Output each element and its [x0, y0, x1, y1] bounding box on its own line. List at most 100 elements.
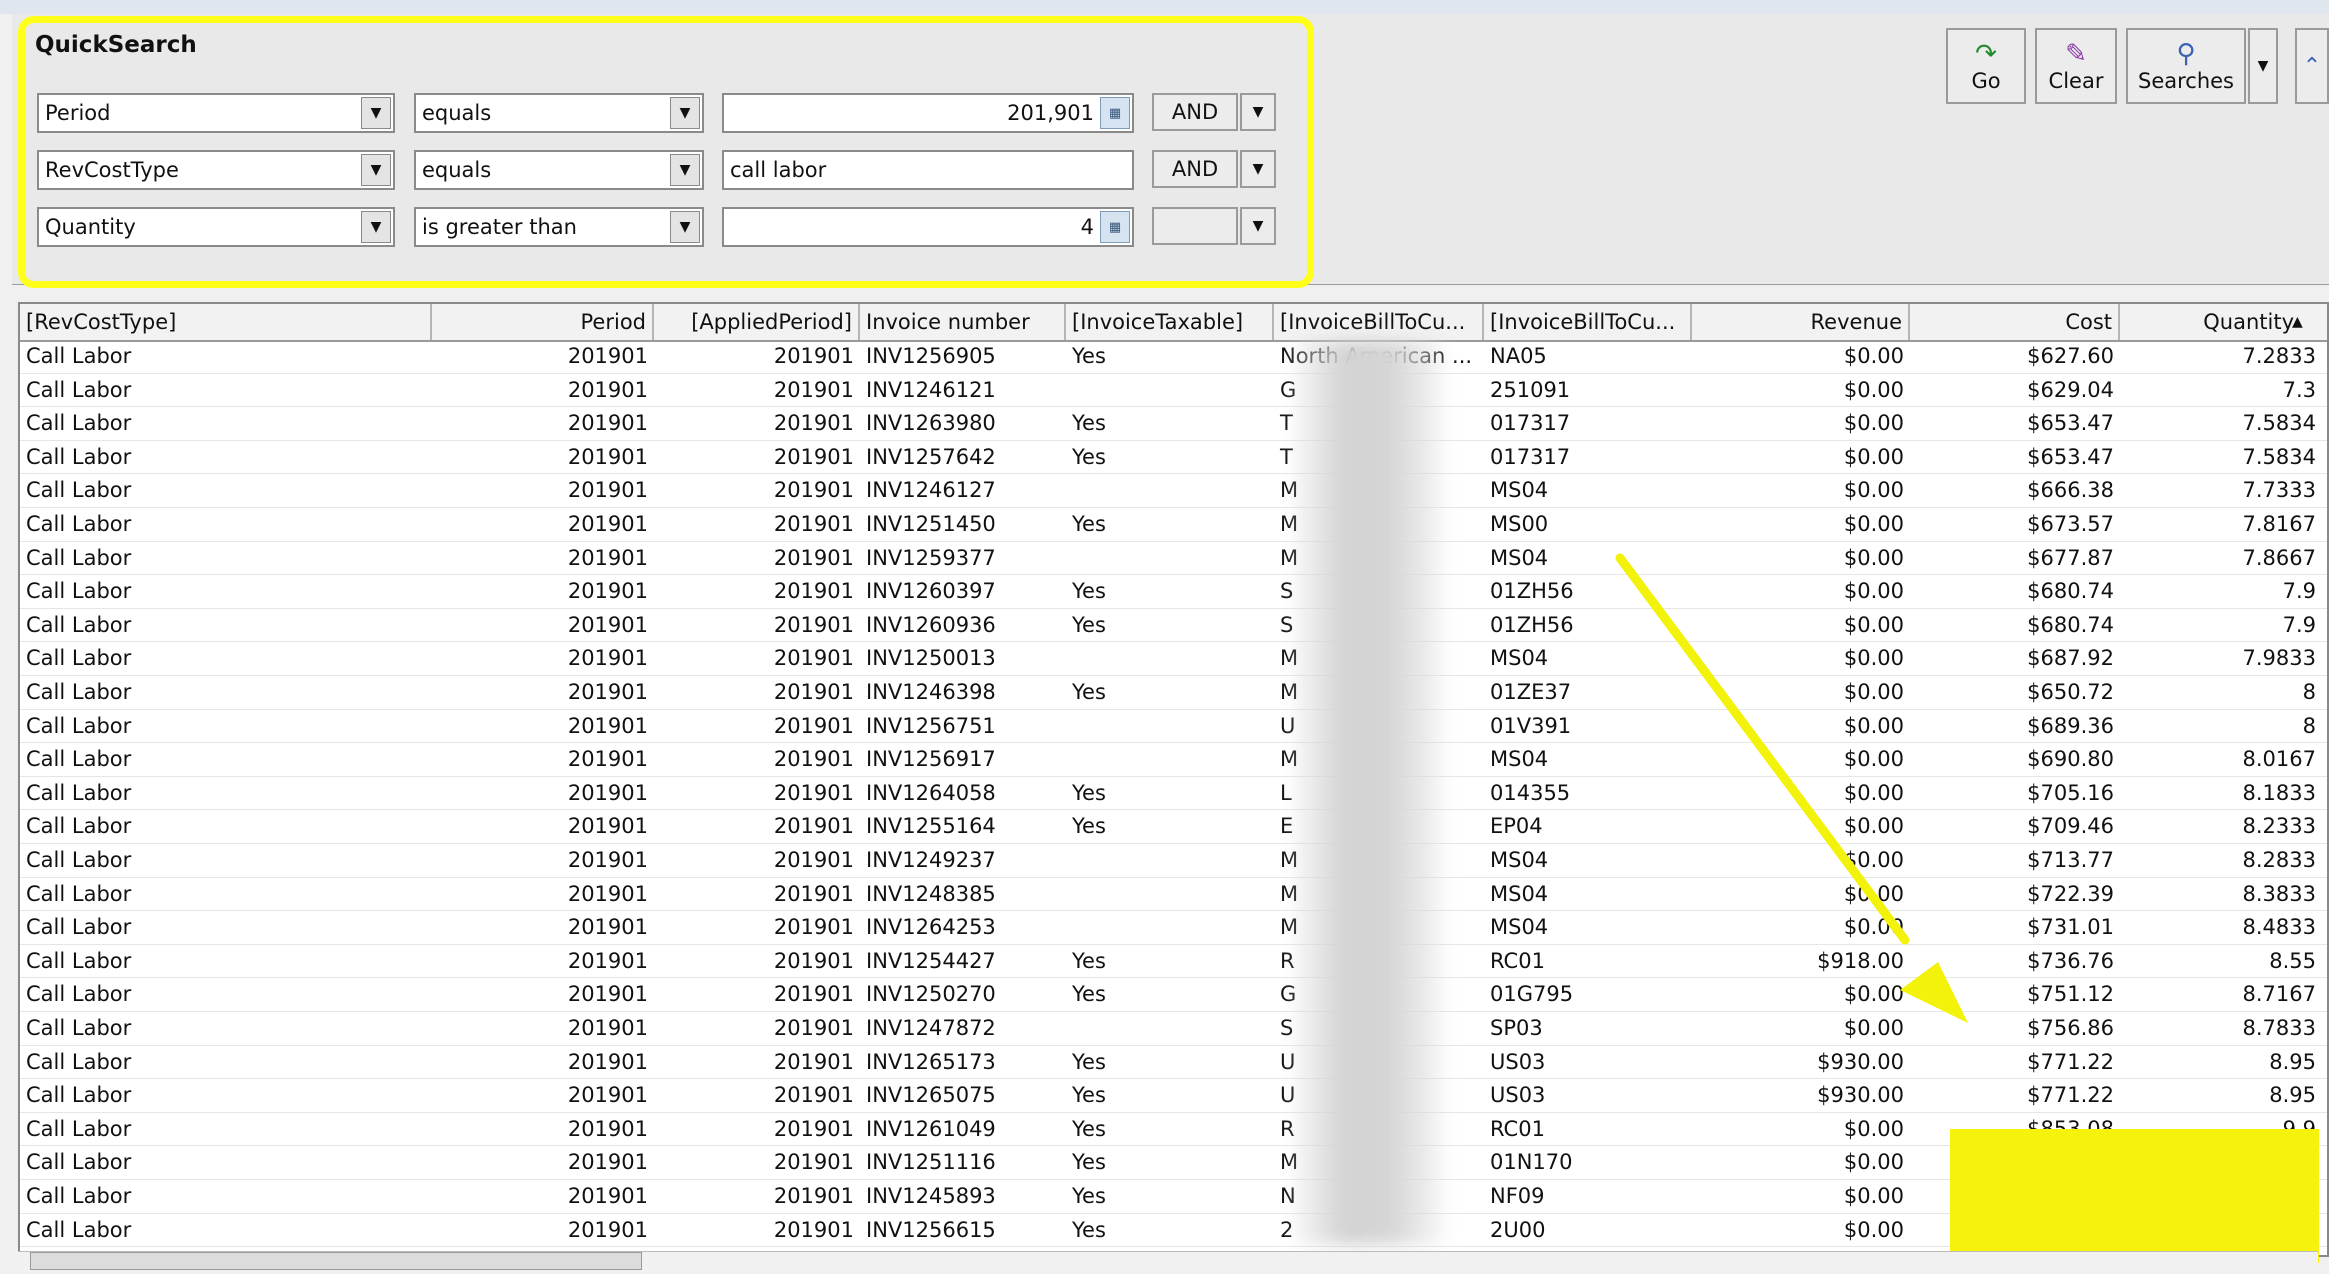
cell-invoice: INV1254427 — [866, 948, 996, 973]
cell-cust-id: 01ZH56 — [1490, 612, 1574, 637]
cell-taxable — [1066, 844, 1274, 878]
cell-type: Call Labor — [26, 411, 132, 436]
cell-revenue: $0.00 — [1843, 747, 1904, 772]
cell-applied: 201901 — [773, 1049, 854, 1074]
cell-taxable — [1066, 374, 1274, 408]
quicksearch-highlight-frame — [18, 16, 1314, 288]
cell-invoice: INV1246121 — [866, 377, 996, 402]
cell-type: Call Labor — [26, 848, 132, 872]
cell-period: 201901 — [567, 545, 648, 570]
table-row[interactable]: Call Labor 201901 201901 INV1254427 Yes R RC01… — [20, 945, 2327, 979]
cell-cost: $677.87 — [2027, 545, 2114, 570]
table-row[interactable]: Call Labor 201901 201901 INV1260936 Yes S 01ZH… — [20, 609, 2327, 643]
column-header[interactable]: [InvoiceBillToCu... — [1484, 304, 1692, 340]
cell-cost: $705.16 — [2027, 780, 2114, 805]
cell-qty: 8.7833 — [2242, 1016, 2316, 1040]
go-button-label: Go — [1971, 69, 2001, 93]
cell-applied: 201901 — [773, 646, 854, 671]
cell-cost: $731.01 — [2027, 915, 2114, 940]
table-row[interactable]: Call Labor 201901 201901 INV1246121 G 251091 $… — [20, 374, 2327, 408]
cell-period: 201901 — [567, 512, 648, 536]
table-row[interactable]: Call Labor 201901 201901 INV1264058 Yes L 0143… — [20, 777, 2327, 811]
cell-invoice: INV1256905 — [866, 344, 996, 368]
cell-invoice: INV1257642 — [866, 444, 996, 469]
cell-cust-id: 01G795 — [1490, 982, 1574, 1007]
column-header[interactable]: Period — [432, 304, 654, 340]
table-row[interactable]: Call Labor 201901 201901 INV1257642 Yes T 0173… — [20, 441, 2327, 475]
cell-qty: 7.7333 — [2242, 478, 2316, 503]
column-header[interactable]: [AppliedPeriod] — [654, 304, 860, 340]
cell-cust-id: 251091 — [1490, 377, 1571, 402]
searches-dropdown[interactable]: ▼ — [2248, 28, 2278, 104]
column-header[interactable]: Cost — [1910, 304, 2120, 340]
cell-qty: 8.95 — [2269, 1049, 2316, 1074]
table-row[interactable]: Call Labor 201901 201901 INV1250013 M MS04 $0.… — [20, 642, 2327, 676]
cell-type: Call Labor — [26, 545, 132, 570]
table-row[interactable]: Call Labor 201901 201901 INV1265075 Yes U US03… — [20, 1079, 2327, 1113]
cell-taxable — [1066, 743, 1274, 777]
cell-revenue: $0.00 — [1843, 915, 1904, 940]
table-row[interactable]: Call Labor 201901 201901 INV1248385 M MS04 $0.… — [20, 878, 2327, 912]
cell-applied: 201901 — [773, 344, 854, 368]
column-header[interactable]: Revenue — [1692, 304, 1910, 340]
cell-invoice: INV1259377 — [866, 545, 996, 570]
cell-type: Call Labor — [26, 747, 132, 772]
cell-period: 201901 — [567, 915, 648, 940]
cell-qty: 7.5834 — [2242, 444, 2316, 469]
cell-taxable — [1066, 878, 1274, 912]
column-header[interactable]: Invoice number — [860, 304, 1066, 340]
column-header[interactable]: [InvoiceBillToCu... — [1274, 304, 1484, 340]
cell-applied: 201901 — [773, 780, 854, 805]
clear-button[interactable]: ✎ Clear — [2035, 28, 2117, 104]
cell-taxable: Yes — [1072, 680, 1106, 704]
searches-button[interactable]: ⚲ Searches — [2126, 28, 2246, 104]
cell-cost: $653.47 — [2027, 411, 2114, 436]
table-row[interactable]: Call Labor 201901 201901 INV1246127 M MS04 $0.… — [20, 474, 2327, 508]
cell-type: Call Labor — [26, 612, 132, 637]
sort-ascending-icon: ▲ — [2292, 314, 2303, 330]
go-button[interactable]: ↷ Go — [1946, 28, 2026, 104]
cell-invoice: INV1250270 — [866, 982, 996, 1007]
table-row[interactable]: Call Labor 201901 201901 INV1265173 Yes U US03… — [20, 1046, 2327, 1080]
table-row[interactable]: Call Labor 201901 201901 INV1259377 M MS04 $0.… — [20, 542, 2327, 576]
cell-type: Call Labor — [26, 948, 132, 973]
horizontal-scroll-thumb[interactable] — [30, 1252, 642, 1270]
cell-cust-id: MS04 — [1490, 747, 1549, 772]
cell-cust-id: MS00 — [1490, 512, 1549, 536]
cell-type: Call Labor — [26, 377, 132, 402]
cell-applied: 201901 — [773, 545, 854, 570]
cell-qty: 7.3 — [2282, 377, 2316, 402]
cell-taxable: Yes — [1072, 1217, 1106, 1242]
cell-revenue: $0.00 — [1843, 848, 1904, 872]
table-row[interactable]: Call Labor 201901 201901 INV1264253 M MS04 $0.… — [20, 911, 2327, 945]
table-row[interactable]: Call Labor 201901 201901 INV1249237 M MS04 $0.… — [20, 844, 2327, 878]
cell-type: Call Labor — [26, 1083, 132, 1108]
table-row[interactable]: Call Labor 201901 201901 INV1246398 Yes M 01ZE… — [20, 676, 2327, 710]
table-row[interactable]: Call Labor 201901 201901 INV1263980 Yes T 0173… — [20, 407, 2327, 441]
table-row[interactable]: Call Labor 201901 201901 INV1251450 Yes M MS00… — [20, 508, 2327, 542]
column-header[interactable]: [RevCostType] — [20, 304, 432, 340]
cell-taxable: Yes — [1072, 612, 1106, 637]
cell-type: Call Labor — [26, 1217, 132, 1242]
cell-cust-id: NA05 — [1490, 344, 1547, 368]
cell-qty: 8 — [2302, 680, 2316, 704]
table-row[interactable]: Call Labor 201901 201901 INV1255164 Yes E EP04… — [20, 810, 2327, 844]
cell-applied: 201901 — [773, 512, 854, 536]
table-row[interactable]: Call Labor201901201901INV1256905YesNorth… — [20, 340, 2327, 374]
cell-invoice: INV1260936 — [866, 612, 996, 637]
cell-period: 201901 — [567, 1116, 648, 1141]
cell-applied: 201901 — [773, 444, 854, 469]
collapse-up-icon[interactable]: ⌃ — [2295, 28, 2329, 104]
table-row[interactable]: Call Labor 201901 201901 INV1256751 U 01V391 $… — [20, 710, 2327, 744]
table-row[interactable]: Call Labor 201901 201901 INV1247872 S SP03 $0.… — [20, 1012, 2327, 1046]
table-row[interactable]: Call Labor 201901 201901 INV1260397 Yes S 01ZH… — [20, 575, 2327, 609]
cell-cost: $680.74 — [2027, 612, 2114, 637]
eraser-icon: ✎ — [2065, 39, 2087, 69]
cell-period: 201901 — [567, 411, 648, 436]
cell-revenue: $0.00 — [1843, 478, 1904, 503]
table-row[interactable]: Call Labor 201901 201901 INV1256917 M MS04 $0.… — [20, 743, 2327, 777]
table-row[interactable]: Call Labor 201901 201901 INV1250270 Yes G 01G7… — [20, 978, 2327, 1012]
column-header[interactable]: [InvoiceTaxable] — [1066, 304, 1274, 340]
cell-cust-id: 01ZH56 — [1490, 579, 1574, 604]
cell-invoice: INV1256615 — [866, 1217, 996, 1242]
